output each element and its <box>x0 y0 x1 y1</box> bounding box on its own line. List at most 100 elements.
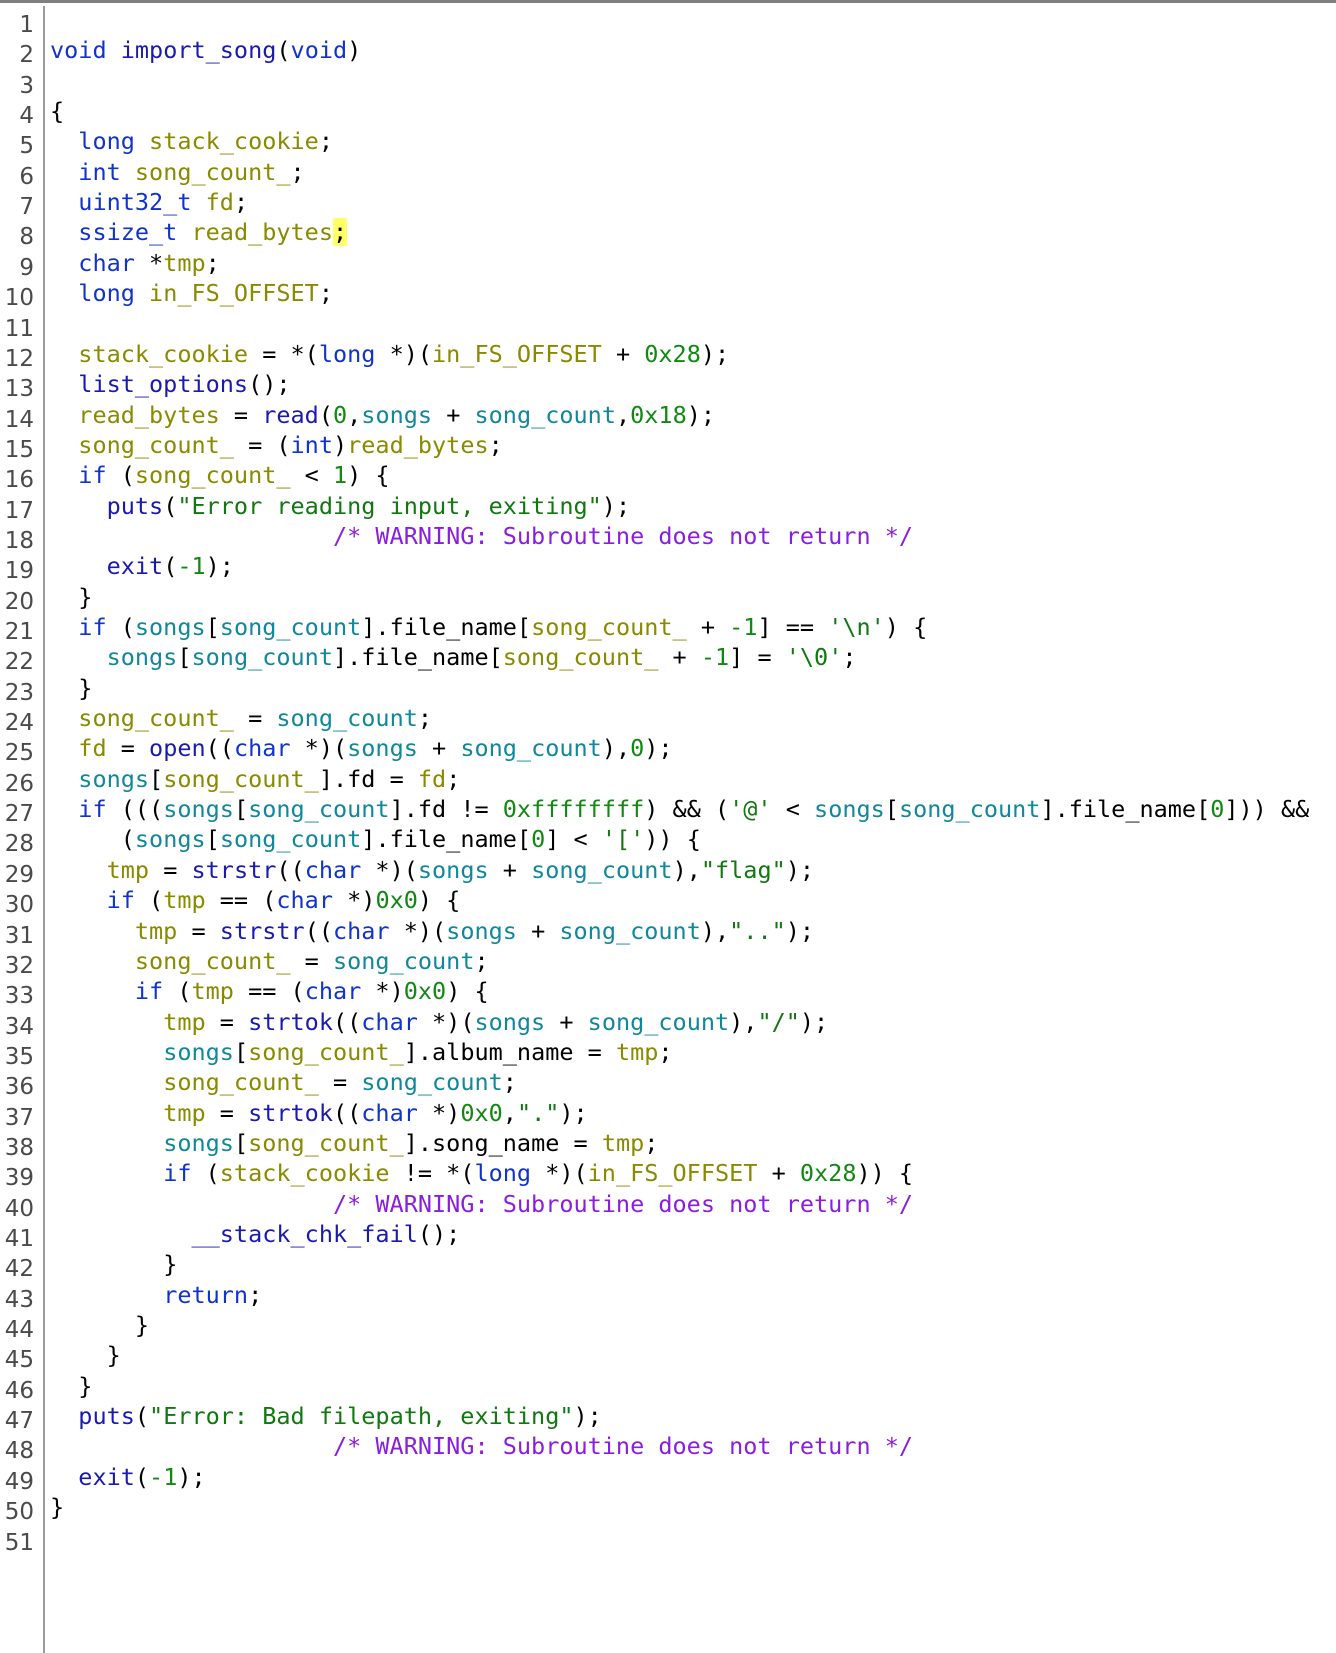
function-token[interactable]: puts <box>78 1402 135 1430</box>
keyword-token[interactable]: if <box>78 613 106 641</box>
code-line[interactable]: return; <box>50 1279 262 1311</box>
code-line[interactable]: songs[song_count_].album_name = tmp; <box>50 1036 672 1068</box>
global-token[interactable]: songs <box>814 795 885 823</box>
code-line[interactable]: song_count_ = song_count; <box>50 945 489 977</box>
keyword-token[interactable]: if <box>135 977 163 1005</box>
keyword-token[interactable]: int <box>78 158 120 186</box>
code-line[interactable]: songs[song_count_].song_name = tmp; <box>50 1127 658 1159</box>
code-line[interactable]: (songs[song_count].file_name[0] < '[')) … <box>50 823 701 855</box>
variable-token[interactable]: tmp <box>163 886 205 914</box>
code-line[interactable]: stack_cookie = *(long *)(in_FS_OFFSET + … <box>50 338 729 370</box>
number-token[interactable]: -1 <box>729 613 757 641</box>
code-line[interactable]: uint32_t fd; <box>50 186 248 218</box>
code-line[interactable]: } <box>50 581 92 613</box>
code-line[interactable]: if (stack_cookie != *(long *)(in_FS_OFFS… <box>50 1157 913 1189</box>
code-line[interactable]: song_count_ = song_count; <box>50 702 432 734</box>
global-token[interactable]: songs <box>78 765 149 793</box>
keyword-token[interactable]: if <box>78 795 106 823</box>
global-token[interactable]: song_count <box>220 613 361 641</box>
keyword-token[interactable]: if <box>107 886 135 914</box>
string-token[interactable]: "Error reading input, exiting" <box>177 492 601 520</box>
number-token[interactable]: 0x0 <box>404 977 446 1005</box>
code-line[interactable]: tmp = strstr((char *)(songs + song_count… <box>50 854 814 886</box>
keyword-token[interactable]: char <box>361 1099 418 1127</box>
keyword-token[interactable]: char <box>305 977 362 1005</box>
string-token[interactable]: "Error: Bad filepath, exiting" <box>149 1402 573 1430</box>
variable-token[interactable]: tmp <box>163 249 205 277</box>
global-token[interactable]: songs <box>446 917 517 945</box>
keyword-token[interactable]: char <box>333 917 390 945</box>
variable-token[interactable]: in_FS_OFFSET <box>588 1159 758 1187</box>
variable-token[interactable]: stack_cookie <box>220 1159 390 1187</box>
variable-token[interactable]: fd <box>78 734 106 762</box>
string-token[interactable]: '\n' <box>828 613 885 641</box>
variable-token[interactable]: song_count_ <box>78 704 234 732</box>
number-token[interactable]: 0x18 <box>630 401 687 429</box>
code-line[interactable]: puts("Error reading input, exiting"); <box>50 490 631 522</box>
function-token[interactable]: strstr <box>220 917 305 945</box>
variable-token[interactable]: song_count_ <box>163 765 319 793</box>
global-token[interactable]: songs <box>347 734 418 762</box>
variable-token[interactable]: song_count_ <box>503 643 659 671</box>
variable-token[interactable]: read_bytes <box>192 218 333 246</box>
global-token[interactable]: songs <box>474 1008 545 1036</box>
variable-token[interactable]: song_count_ <box>248 1129 404 1157</box>
variable-token[interactable]: in_FS_OFFSET <box>149 279 319 307</box>
variable-token[interactable]: tmp <box>163 1099 205 1127</box>
code-line[interactable]: } <box>50 1370 92 1402</box>
number-token[interactable]: -1 <box>701 643 729 671</box>
variable-token[interactable]: tmp <box>602 1129 644 1157</box>
number-token[interactable]: 0xffffffff <box>503 795 644 823</box>
number-token[interactable]: 0 <box>333 401 347 429</box>
global-token[interactable]: songs <box>135 825 206 853</box>
code-line[interactable]: int song_count_; <box>50 156 304 188</box>
global-token[interactable]: song_count <box>559 917 700 945</box>
code-line[interactable]: if (tmp == (char *)0x0) { <box>50 975 489 1007</box>
function-token[interactable]: strtok <box>248 1008 333 1036</box>
variable-token[interactable]: song_count_ <box>78 431 234 459</box>
keyword-token[interactable]: long <box>78 279 135 307</box>
code-line[interactable]: } <box>50 1248 177 1280</box>
global-token[interactable]: song_count <box>276 704 417 732</box>
code-line[interactable]: songs[song_count_].fd = fd; <box>50 763 460 795</box>
number-token[interactable]: -1 <box>177 552 205 580</box>
code-line[interactable]: songs[song_count].file_name[song_count_ … <box>50 641 857 673</box>
code-line[interactable]: } <box>50 1491 64 1523</box>
keyword-token[interactable]: void <box>50 36 107 64</box>
global-token[interactable]: song_count <box>361 1068 502 1096</box>
code-line[interactable]: /* WARNING: Subroutine does not return *… <box>50 1188 913 1220</box>
global-token[interactable]: song_count <box>248 795 389 823</box>
keyword-token[interactable]: if <box>78 461 106 489</box>
code-line[interactable]: tmp = strtok((char *)(songs + song_count… <box>50 1006 828 1038</box>
keyword-token[interactable]: char <box>305 856 362 884</box>
keyword-token[interactable]: long <box>474 1159 531 1187</box>
function-token[interactable]: open <box>149 734 206 762</box>
global-token[interactable]: song_count <box>333 947 474 975</box>
global-token[interactable]: song_count <box>475 401 616 429</box>
function-token[interactable]: puts <box>107 492 164 520</box>
global-token[interactable]: song_count <box>899 795 1040 823</box>
variable-token[interactable]: song_count_ <box>163 1068 319 1096</box>
keyword-token[interactable]: int <box>291 431 333 459</box>
keyword-token[interactable]: return <box>163 1281 248 1309</box>
code-line[interactable]: exit(-1); <box>50 1461 205 1493</box>
number-token[interactable]: 0 <box>630 734 644 762</box>
number-token[interactable]: 0x0 <box>460 1099 502 1127</box>
variable-token[interactable]: tmp <box>135 917 177 945</box>
variable-token[interactable]: tmp <box>616 1038 658 1066</box>
variable-token[interactable]: song_count_ <box>248 1038 404 1066</box>
number-token[interactable]: -1 <box>149 1463 177 1491</box>
keyword-token[interactable]: ssize_t <box>78 218 177 246</box>
global-token[interactable]: song_count <box>531 856 672 884</box>
variable-token[interactable]: tmp <box>191 977 233 1005</box>
keyword-token[interactable]: if <box>163 1159 191 1187</box>
code-line[interactable]: if (((songs[song_count].fd != 0xffffffff… <box>50 793 1309 825</box>
global-token[interactable]: songs <box>163 1038 234 1066</box>
global-token[interactable]: songs <box>163 1129 234 1157</box>
code-line[interactable]: tmp = strtok((char *)0x0,"."); <box>50 1097 588 1129</box>
code-line[interactable]: song_count_ = (int)read_bytes; <box>50 429 502 461</box>
function-token[interactable]: exit <box>78 1463 135 1491</box>
code-line[interactable]: } <box>50 1339 121 1371</box>
variable-token[interactable]: fd <box>206 188 234 216</box>
code-line[interactable]: long in_FS_OFFSET; <box>50 277 333 309</box>
